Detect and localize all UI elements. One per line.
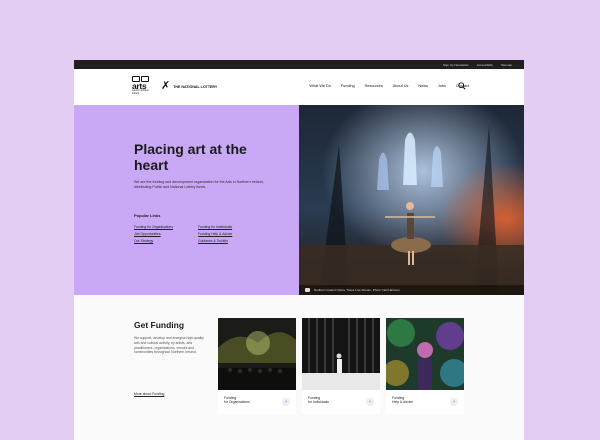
arts-council-logo[interactable]: arts council northern ireland: [132, 76, 150, 98]
arrow-right-icon[interactable]: ›: [282, 398, 290, 406]
nav-item-what-we-do[interactable]: What We Do: [309, 84, 330, 88]
popular-links-list: Funding for Organisations Funding for In…: [134, 225, 258, 243]
hero-text-panel: Placing art at the heart We are the fund…: [74, 105, 299, 295]
camera-icon: [305, 288, 310, 292]
card-label-line2: Help & Advice: [392, 400, 414, 405]
opera-performance-photo: [299, 105, 524, 295]
card-image-help-advice: [386, 318, 464, 390]
national-lottery-text: THE NATIONAL LOTTERY: [173, 84, 218, 89]
sitemap-link[interactable]: Sitemap: [501, 63, 512, 67]
more-about-funding-link[interactable]: More about Funding: [134, 392, 164, 396]
main-header: arts council northern ireland ✗ THE NATI…: [74, 69, 524, 105]
accessibility-link[interactable]: Accessibility: [477, 63, 493, 67]
card-label: Funding for Organisations: [224, 396, 276, 405]
website-frame: Sign Up Newsletter Accessibility Sitemap…: [74, 60, 524, 440]
link-funding-help[interactable]: Funding Help & Advice: [198, 232, 258, 236]
arts-logo-subtitle: council northern ireland: [132, 89, 150, 95]
primary-nav: What We Do Funding Resources About Us Ne…: [309, 84, 469, 88]
national-lottery-crossed-fingers-icon: ✗: [161, 80, 171, 92]
utility-bar: Sign Up Newsletter Accessibility Sitemap: [74, 60, 524, 69]
link-guidance-toolkits[interactable]: Guidance & Toolkits: [198, 239, 258, 243]
hero-title: Placing art at the heart: [134, 141, 247, 173]
nav-item-jobs[interactable]: Jobs: [438, 84, 446, 88]
image-caption: Northern Ireland Opera, Tosca Live Strea…: [299, 285, 524, 295]
funding-card-individuals[interactable]: Funding for Individuals ›: [302, 318, 380, 414]
card-label: Funding Help & Advice: [392, 396, 444, 405]
card-label: Funding for Individuals: [308, 396, 360, 405]
link-our-strategy[interactable]: Our Strategy: [134, 239, 198, 243]
newsletter-link[interactable]: Sign Up Newsletter: [443, 63, 469, 67]
arrow-right-icon[interactable]: ›: [450, 398, 458, 406]
link-funding-individuals[interactable]: Funding for Individuals: [198, 225, 258, 229]
card-label-line2: for Organisations: [224, 400, 250, 405]
hero-section: Placing art at the heart We are the fund…: [74, 105, 524, 295]
arrow-right-icon[interactable]: ›: [366, 398, 374, 406]
card-label-line2: for Individuals: [308, 400, 329, 405]
search-icon[interactable]: [458, 82, 466, 90]
link-funding-organisations[interactable]: Funding for Organisations: [134, 225, 198, 229]
funding-card-organisations[interactable]: Funding for Organisations ›: [218, 318, 296, 414]
nav-item-news[interactable]: News: [418, 84, 428, 88]
funding-card-help-advice[interactable]: Funding Help & Advice ›: [386, 318, 464, 414]
caption-text: Northern Ireland Opera, Tosca Live Strea…: [314, 288, 400, 292]
link-job-opportunities[interactable]: Job Opportunities: [134, 232, 198, 236]
nav-item-resources[interactable]: Resources: [365, 84, 383, 88]
nav-item-funding[interactable]: Funding: [341, 84, 355, 88]
hero-description: We are the funding and development organ…: [134, 180, 264, 189]
get-funding-section: Get Funding We support, develop and ener…: [74, 295, 524, 440]
hero-image: Northern Ireland Opera, Tosca Live Strea…: [299, 105, 524, 295]
get-funding-title: Get Funding: [134, 320, 185, 330]
national-lottery-logo[interactable]: ✗ THE NATIONAL LOTTERY: [161, 81, 217, 92]
nav-item-about-us[interactable]: About Us: [393, 84, 409, 88]
card-image-individuals: [302, 318, 380, 390]
get-funding-description: We support, develop and energise high-qu…: [134, 336, 204, 355]
popular-links-heading: Popular Links: [134, 213, 161, 218]
card-image-organisations: [218, 318, 296, 390]
